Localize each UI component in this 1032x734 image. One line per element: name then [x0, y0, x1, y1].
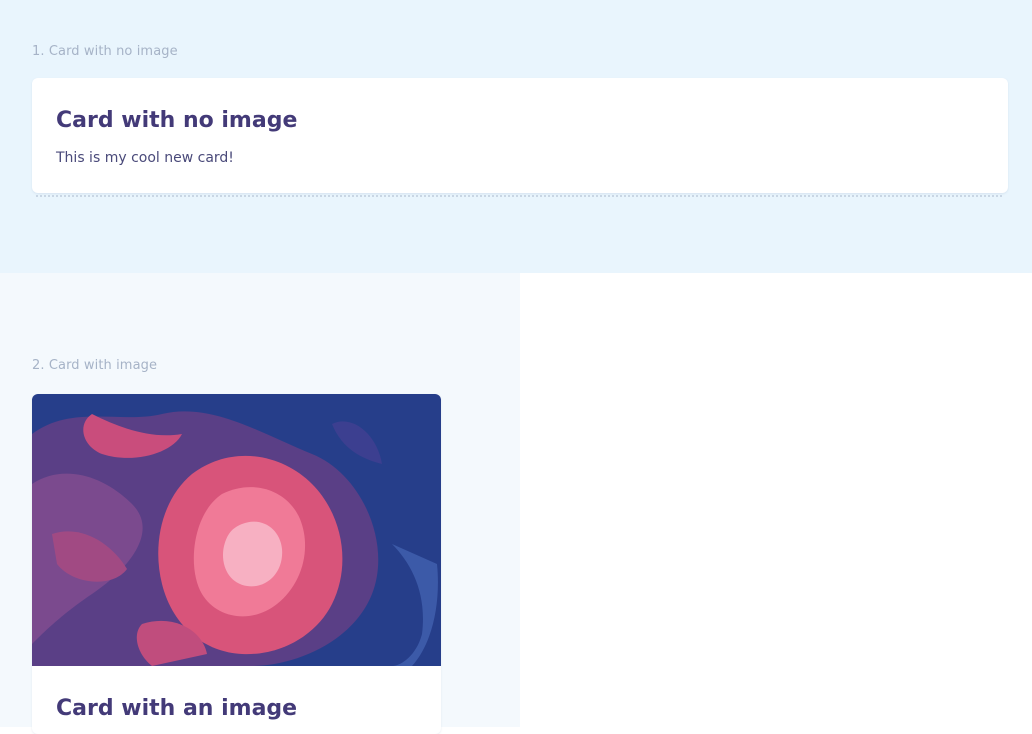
- card-title: Card with an image: [56, 696, 298, 721]
- card-text: This is my cool new card!: [56, 150, 234, 166]
- card-no-image: Card with no image This is my cool new c…: [32, 78, 1008, 193]
- card-with-image: Card with an image: [32, 394, 441, 734]
- card-shadow-divider: [36, 195, 1002, 197]
- card-title: Card with no image: [56, 108, 298, 133]
- card-image: [32, 394, 441, 666]
- section-label: 2. Card with image: [32, 358, 158, 373]
- section-label: 1. Card with no image: [32, 44, 178, 59]
- empty-section: [520, 273, 1032, 727]
